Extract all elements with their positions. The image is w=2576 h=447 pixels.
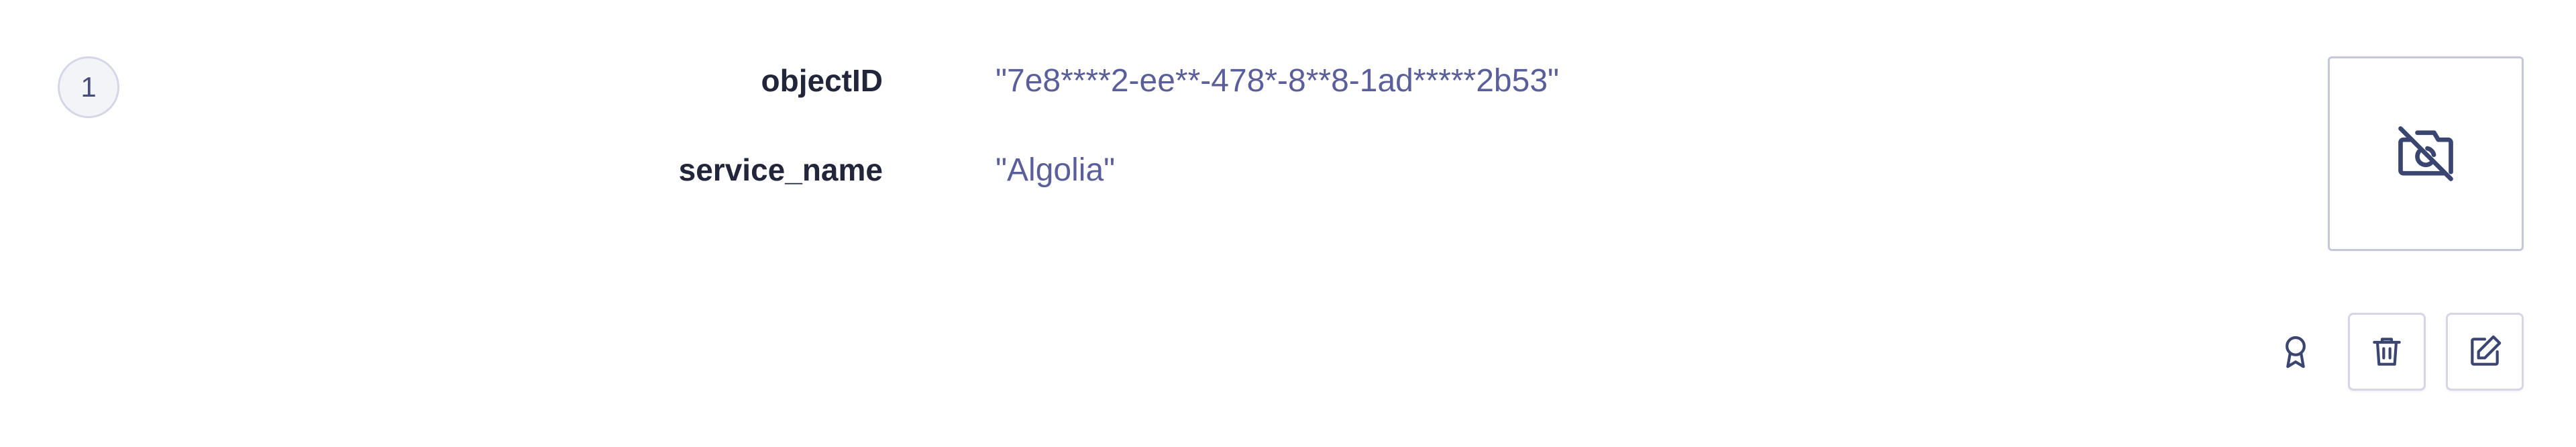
ribbon-icon xyxy=(2286,336,2306,368)
hit-card: 1 objectID "7e8****2-ee**-478*-8**8-1ad*… xyxy=(0,0,2576,447)
trash-icon xyxy=(2373,338,2401,366)
hit-actions xyxy=(2273,313,2524,391)
attribute-row-object-id: objectID "7e8****2-ee**-478*-8**8-1ad***… xyxy=(0,54,2012,107)
attribute-value: "Algolia" xyxy=(996,152,1116,188)
attribute-key: service_name xyxy=(678,152,883,187)
attribute-value: "7e8****2-ee**-478*-8**8-1ad*****2b53" xyxy=(996,62,1560,99)
edit-icon xyxy=(2471,335,2502,366)
promote-button[interactable] xyxy=(2273,314,2318,389)
edit-button[interactable] xyxy=(2446,313,2524,391)
delete-button[interactable] xyxy=(2348,313,2426,391)
hit-image-placeholder xyxy=(2328,56,2524,251)
no-image-icon xyxy=(2398,126,2453,181)
attribute-row-service-name: service_name "Algolia" xyxy=(0,143,2012,197)
attribute-key: objectID xyxy=(761,63,883,98)
